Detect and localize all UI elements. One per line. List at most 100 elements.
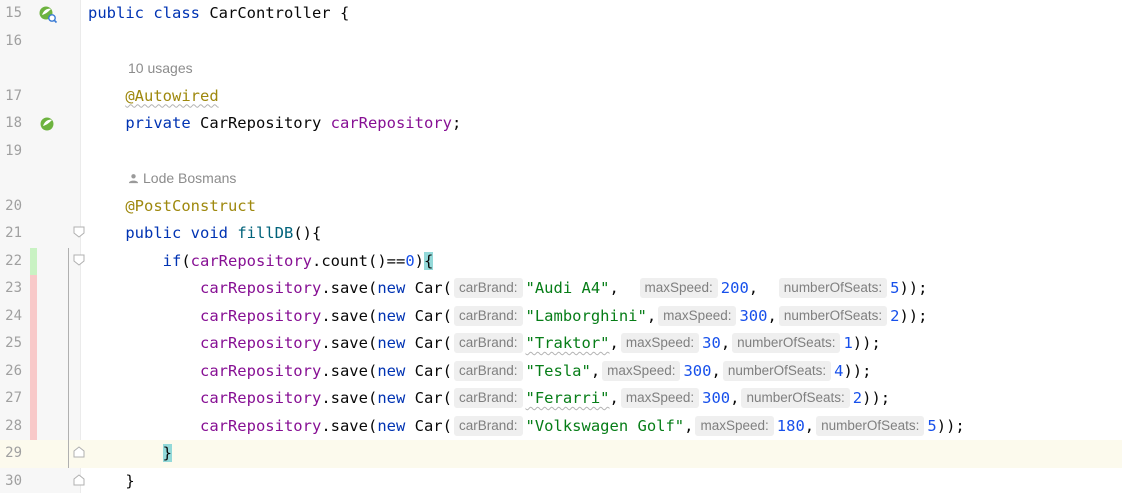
code-token: )); — [862, 389, 890, 407]
code-text[interactable]: public void fillDB(){ — [88, 220, 321, 248]
inlay-hint-row: Lode Bosmans — [0, 165, 1122, 193]
code-text[interactable]: carRepository.save(new Car(carBrand:"Aud… — [88, 275, 927, 303]
vcs-added-marker[interactable] — [30, 248, 37, 276]
code-text[interactable]: carRepository.save(new Car(carBrand:"Tes… — [88, 358, 871, 386]
code-text[interactable]: carRepository.save(new Car(carBrand:"Vol… — [88, 413, 965, 441]
code-token: @PostConstruct — [125, 197, 256, 215]
code-token: if — [163, 252, 182, 270]
code-token: (){ — [293, 224, 321, 242]
fold-end-icon[interactable] — [73, 446, 85, 458]
line-number: 16 — [0, 28, 22, 56]
indent — [88, 279, 200, 297]
code-line-16: 16 — [0, 28, 1122, 56]
number-literal: 300 — [683, 362, 711, 380]
fold-if-icon[interactable] — [73, 254, 85, 266]
param-hint-carbrand: carBrand: — [454, 333, 523, 353]
param-hint-numberofseats: numberOfSeats: — [741, 388, 849, 408]
vcs-modified-marker[interactable] — [30, 358, 37, 386]
code-token: new — [377, 334, 414, 352]
code-text[interactable]: carRepository.save(new Car(carBrand:"Fer… — [88, 385, 890, 413]
vcs-modified-marker[interactable] — [30, 413, 37, 441]
author-hint[interactable]: Lode Bosmans — [128, 165, 236, 193]
code-line-18: 18 private CarRepository carRepository; — [0, 110, 1122, 138]
code-text[interactable]: carRepository.save(new Car(carBrand:"Lam… — [88, 303, 927, 331]
code-text[interactable]: private CarRepository carRepository; — [88, 110, 461, 138]
code-text[interactable]: @PostConstruct — [88, 193, 256, 221]
indent — [88, 417, 200, 435]
code-token: , — [730, 389, 739, 407]
param-hint-maxspeed: maxSpeed: — [621, 333, 699, 353]
code-token — [88, 114, 125, 132]
string-literal: "Traktor" — [526, 334, 610, 352]
line-number: 26 — [0, 358, 22, 386]
fold-method-icon[interactable] — [73, 226, 85, 238]
indent — [88, 389, 200, 407]
code-line-23: 23 carRepository.save(new Car(carBrand:"… — [0, 275, 1122, 303]
hint-text: 10 usages — [128, 60, 193, 76]
code-text[interactable]: } — [88, 440, 172, 468]
param-hint-maxspeed: maxSpeed: — [621, 388, 699, 408]
code-token: Car( — [415, 307, 452, 325]
code-text[interactable]: public class CarController { — [88, 0, 349, 28]
code-token: ( — [181, 252, 190, 270]
code-token: carRepository — [200, 417, 321, 435]
line-number: 21 — [0, 220, 22, 248]
line-number: 27 — [0, 385, 22, 413]
code-editor[interactable]: 15public class CarController {16 10 usage… — [0, 0, 1122, 493]
vcs-modified-marker[interactable] — [30, 303, 37, 331]
number-literal: 30 — [702, 334, 721, 352]
code-token: , — [610, 334, 619, 352]
code-line-15: 15public class CarController { — [0, 0, 1122, 28]
code-token: carRepository — [191, 252, 312, 270]
code-token — [88, 224, 125, 242]
param-hint-numberofseats: numberOfSeats: — [732, 333, 840, 353]
code-line-26: 26 carRepository.save(new Car(carBrand:"… — [0, 358, 1122, 386]
param-hint-carbrand: carBrand: — [454, 361, 523, 381]
param-hint-maxspeed: maxSpeed: — [658, 306, 736, 326]
code-text[interactable]: carRepository.save(new Car(carBrand:"Tra… — [88, 330, 881, 358]
code-token: new — [377, 389, 414, 407]
code-text[interactable]: } — [88, 468, 135, 495]
string-literal: "Ferarri" — [526, 389, 610, 407]
param-hint-carbrand: carBrand: — [454, 416, 523, 436]
indent — [88, 362, 200, 380]
code-line-22: 22 if(carRepository.count()==0){ — [0, 248, 1122, 276]
line-number: 19 — [0, 138, 22, 166]
code-token: new — [377, 362, 414, 380]
number-literal: 200 — [721, 279, 749, 297]
usages-hint[interactable]: 10 usages — [128, 55, 193, 83]
line-number: 23 — [0, 275, 22, 303]
code-token: fillDB — [237, 224, 293, 242]
code-token: @Autowired — [125, 87, 218, 105]
code-token: .save( — [321, 334, 377, 352]
code-line-20: 20 @PostConstruct — [0, 193, 1122, 221]
param-hint-carbrand: carBrand: — [454, 278, 523, 298]
author-icon — [128, 173, 139, 184]
code-token: new — [377, 417, 414, 435]
code-token: new — [377, 279, 414, 297]
number-literal: 180 — [777, 417, 805, 435]
code-token: carRepository — [200, 389, 321, 407]
string-literal: "Audi A4" — [526, 279, 610, 297]
code-text[interactable]: if(carRepository.count()==0){ — [88, 248, 433, 276]
code-token: Car( — [415, 334, 452, 352]
param-hint-maxspeed: maxSpeed: — [695, 416, 773, 436]
vcs-modified-marker[interactable] — [30, 275, 37, 303]
code-token — [88, 252, 163, 270]
spring-bean-icon[interactable] — [38, 114, 58, 134]
fold-end-method-icon[interactable] — [73, 474, 85, 486]
indent — [88, 334, 200, 352]
code-token: , — [711, 362, 720, 380]
code-token: ) — [415, 252, 424, 270]
vcs-modified-marker[interactable] — [30, 385, 37, 413]
code-line-28: 28 carRepository.save(new Car(carBrand:"… — [0, 413, 1122, 441]
code-text[interactable]: @Autowired — [88, 83, 219, 111]
vcs-modified-marker[interactable] — [30, 330, 37, 358]
code-line-29: 29 } — [0, 440, 1122, 468]
line-number: 30 — [0, 468, 22, 495]
line-number: 25 — [0, 330, 22, 358]
code-token: )); — [853, 334, 881, 352]
spring-bean-search-icon[interactable] — [38, 4, 58, 24]
number-literal: 300 — [702, 389, 730, 407]
code-token: Car( — [415, 389, 452, 407]
